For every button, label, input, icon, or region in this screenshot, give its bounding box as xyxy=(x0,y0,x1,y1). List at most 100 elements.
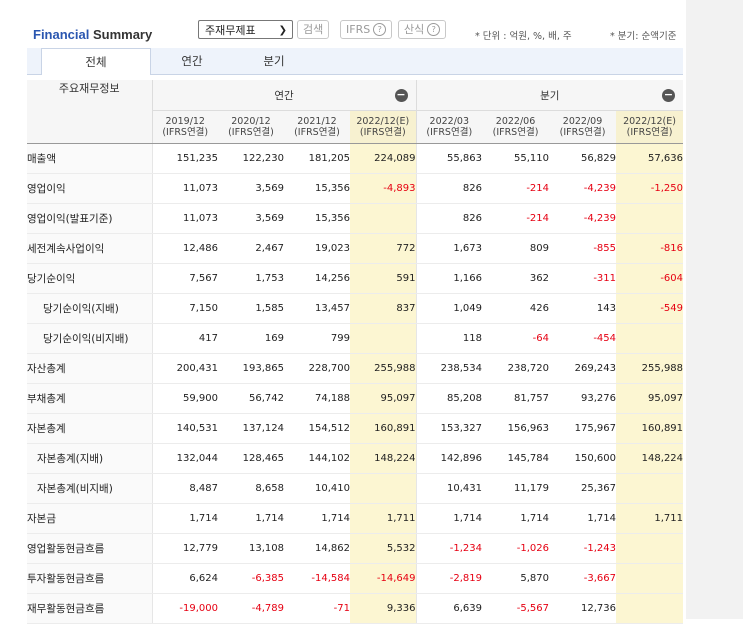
row-label: 자본금 xyxy=(27,503,153,534)
value-cell: -6,385 xyxy=(218,563,284,594)
row-label: 투자활동현금흐름 xyxy=(27,563,153,594)
value-cell xyxy=(350,473,417,504)
financial-summary-header: Financial Summary 주재무제표 ❯ 검색 IFRS? 산식? *… xyxy=(27,17,687,47)
row-label: 영업활동현금흐름 xyxy=(27,533,153,564)
value-cell: 193,865 xyxy=(218,353,284,384)
value-cell: 15,356 xyxy=(284,203,350,234)
value-cell: 11,179 xyxy=(482,473,550,504)
value-cell: 142,896 xyxy=(415,443,483,474)
annual-group-label: 연간 xyxy=(274,89,294,102)
period-basis: (IFRS연결) xyxy=(359,127,406,138)
row-label: 당기순이익(비지배) xyxy=(27,323,153,354)
tab-all[interactable]: 전체 xyxy=(41,48,151,75)
value-cell: 1,714 xyxy=(415,503,483,534)
financial-summary-table: 주요재무정보 연간 − 분기 − 2019/12 (IFRS연결) 2020/12(… xyxy=(27,80,684,624)
value-cell: 14,862 xyxy=(284,533,350,564)
value-cell: 3,569 xyxy=(218,203,284,234)
value-cell: 837 xyxy=(350,293,417,324)
value-cell: 153,327 xyxy=(415,413,483,444)
row-label: 매출액 xyxy=(27,143,153,174)
period-basis: (IFRS연결) xyxy=(626,127,673,138)
corner-header: 주요재무정보 xyxy=(27,80,153,144)
value-cell: 8,487 xyxy=(152,473,218,504)
value-cell: 122,230 xyxy=(218,143,284,174)
value-cell: -816 xyxy=(616,233,684,264)
value-cell: 151,235 xyxy=(152,143,218,174)
value-cell xyxy=(616,533,684,564)
value-cell: 15,356 xyxy=(284,173,350,204)
row-label: 영업이익 xyxy=(27,173,153,204)
value-cell: 93,276 xyxy=(549,383,617,414)
formula-label: 산식 xyxy=(404,23,425,36)
value-cell: 228,700 xyxy=(284,353,350,384)
search-button[interactable]: 검색 xyxy=(297,20,330,39)
period-header: 2022/12(E) (IFRS연결) xyxy=(616,110,684,144)
table-row: 당기순이익(지배) 7,150 1,585 13,457 837 1,049 426 143-… xyxy=(27,293,684,324)
value-cell: 14,256 xyxy=(284,263,350,294)
value-cell: 1,673 xyxy=(415,233,483,264)
value-cell xyxy=(616,203,684,234)
value-cell: -4,239 xyxy=(549,203,617,234)
financial-table-body: 매출액 151,235 122,230 181,205 224,089 55,863 55,… xyxy=(27,143,684,624)
value-cell: 137,124 xyxy=(218,413,284,444)
table-row: 자산총계 200,431 193,865 228,700 255,988 238,534 2… xyxy=(27,353,684,384)
period-basis: (IFRS연결) xyxy=(294,127,340,138)
collapse-quarter-icon[interactable]: − xyxy=(662,89,676,102)
value-cell: -4,789 xyxy=(218,593,284,624)
value-cell: 95,097 xyxy=(616,383,684,414)
table-row: 부채총계 59,900 56,742 74,188 95,097 85,208 81,757… xyxy=(27,383,684,414)
value-cell: 145,784 xyxy=(482,443,550,474)
value-cell: 55,110 xyxy=(482,143,550,174)
value-cell: 255,988 xyxy=(350,353,417,384)
value-cell: -4,239 xyxy=(549,173,617,204)
period-header: 2022/03 (IFRS연결) xyxy=(415,110,483,144)
chevron-down-icon: ❯ xyxy=(278,25,287,36)
question-icon: ? xyxy=(427,23,441,36)
period-date: 2019/12 xyxy=(165,116,205,127)
period-date: 2021/12 xyxy=(297,116,337,127)
value-cell: -14,584 xyxy=(284,563,350,594)
value-cell: 1,714 xyxy=(284,503,350,534)
collapse-annual-icon[interactable]: − xyxy=(394,89,408,102)
value-cell: 6,639 xyxy=(415,593,483,624)
value-cell: 1,585 xyxy=(218,293,284,324)
ifrs-help-button[interactable]: IFRS? xyxy=(340,20,393,39)
statement-type-select[interactable]: 주재무제표 ❯ xyxy=(198,20,293,39)
formula-help-button[interactable]: 산식? xyxy=(398,20,447,39)
value-cell: 11,073 xyxy=(152,173,218,204)
value-cell: 772 xyxy=(350,233,417,264)
value-cell: 143 xyxy=(549,293,617,324)
value-cell: 128,465 xyxy=(218,443,284,474)
value-cell: -1,026 xyxy=(482,533,550,564)
value-cell: 8,658 xyxy=(218,473,284,504)
value-cell: 81,757 xyxy=(482,383,550,414)
value-cell: 11,073 xyxy=(152,203,218,234)
value-cell: -5,567 xyxy=(482,593,550,624)
value-cell: 118 xyxy=(415,323,483,354)
value-cell: 426 xyxy=(482,293,550,324)
value-cell: 826 xyxy=(415,173,483,204)
value-cell: 175,967 xyxy=(549,413,617,444)
value-cell: 6,624 xyxy=(152,563,218,594)
value-cell xyxy=(616,593,684,624)
quarter-group-header: 분기 − xyxy=(415,80,684,111)
page-title: Financial Summary xyxy=(33,27,152,42)
value-cell: 7,567 xyxy=(152,263,218,294)
period-tabs: 전체 연간 분기 xyxy=(27,48,683,75)
value-cell: -214 xyxy=(482,203,550,234)
table-row: 당기순이익 7,567 1,753 14,256 591 1,166 362 -311 -604 xyxy=(27,263,684,294)
value-cell: 1,711 xyxy=(616,503,684,534)
tab-annual[interactable]: 연간 xyxy=(151,48,233,74)
right-side-panel xyxy=(686,0,743,619)
question-icon: ? xyxy=(373,23,387,36)
unit-note: * 단위 : 억원, %, 배, 주 xyxy=(475,31,572,42)
value-cell: 238,720 xyxy=(482,353,550,384)
period-date: 2020/12 xyxy=(231,116,271,127)
period-basis: (IFRS연결) xyxy=(162,127,209,138)
value-cell: 417 xyxy=(152,323,218,354)
tab-quarter[interactable]: 분기 xyxy=(233,48,315,74)
row-label: 당기순이익 xyxy=(27,263,153,294)
value-cell: -1,243 xyxy=(549,533,617,564)
period-date: 2022/12(E) xyxy=(356,116,410,127)
value-cell: 799 xyxy=(284,323,350,354)
